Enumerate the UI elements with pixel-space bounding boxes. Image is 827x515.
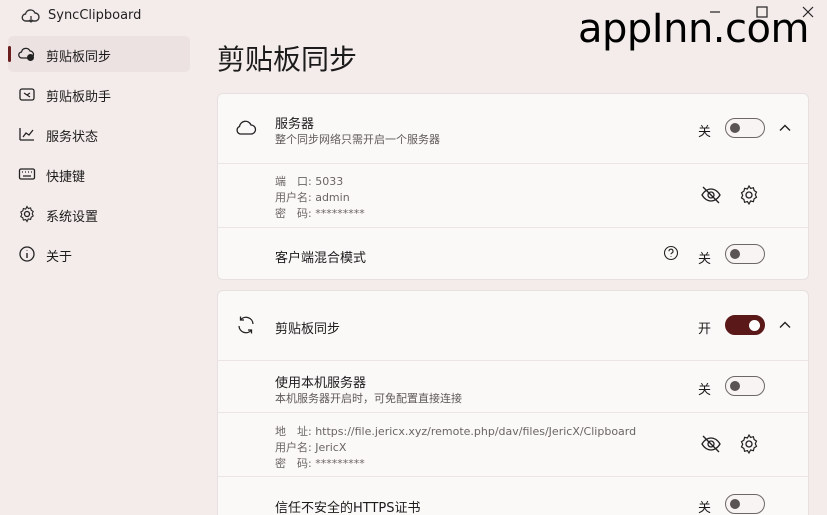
https-row[interactable]: 信任不安全的HTTPS证书 关: [218, 476, 808, 515]
sidebar-item-about[interactable]: 关于: [8, 236, 190, 272]
server-card: 服务器 整个同步网络只需开启一个服务器 关 端 口: 5033 用户名: adm…: [217, 93, 809, 280]
gear-icon[interactable]: [738, 433, 760, 455]
gear-icon[interactable]: [738, 184, 760, 206]
eye-off-icon[interactable]: [700, 433, 722, 455]
sidebar-item-hotkeys[interactable]: 快捷键: [8, 156, 190, 192]
server-toggle[interactable]: [725, 118, 765, 138]
sync-header-row[interactable]: 剪贴板同步 开: [218, 291, 808, 360]
server-port: 端 口: 5033: [275, 175, 344, 188]
mixed-mode-title: 客户端混合模式: [275, 251, 367, 266]
title-bar: SyncClipboard appInn.com: [0, 0, 827, 52]
mixed-mode-state-label: 关: [698, 252, 712, 267]
server-user: 用户名: admin: [275, 191, 350, 204]
cloud-icon: [236, 120, 257, 135]
clipboard-assistant-icon: [19, 88, 35, 101]
app-title: SyncClipboard: [48, 8, 142, 23]
local-server-subtitle: 本机服务器开启时，可免配置直接连接: [275, 392, 462, 405]
sidebar-item-label: 剪贴板助手: [46, 90, 112, 105]
watermark-logo: appInn.com: [578, 6, 809, 52]
sidebar-item-label: 系统设置: [46, 210, 99, 225]
cloud-sync-icon: [18, 47, 35, 61]
active-indicator: [8, 46, 11, 62]
local-server-row[interactable]: 使用本机服务器 本机服务器开启时，可免配置直接连接 关: [218, 360, 808, 412]
server-header-row[interactable]: 服务器 整个同步网络只需开启一个服务器 关: [218, 94, 808, 163]
server-subtitle: 整个同步网络只需开启一个服务器: [275, 133, 440, 146]
chart-icon: [19, 128, 34, 141]
mixed-mode-row[interactable]: 客户端混合模式 关: [218, 227, 808, 279]
local-server-title: 使用本机服务器: [275, 376, 367, 391]
sync-state-label: 开: [698, 322, 712, 337]
https-state-label: 关: [698, 501, 712, 515]
sync-icon: [238, 316, 254, 334]
sidebar-item-system-settings[interactable]: 系统设置: [8, 196, 190, 232]
sync-toggle[interactable]: [725, 315, 765, 335]
server-state-label: 关: [698, 125, 712, 140]
keyboard-icon: [18, 168, 36, 180]
gear-icon: [20, 205, 34, 223]
info-icon: [19, 246, 35, 262]
mixed-mode-toggle[interactable]: [725, 244, 765, 264]
sync-info-row: 地 址: https://file.jericx.xyz/remote.php/…: [218, 412, 808, 476]
chevron-up-icon[interactable]: [777, 120, 793, 136]
https-toggle[interactable]: [725, 494, 765, 514]
sidebar-item-clipboard-sync[interactable]: 剪贴板同步: [8, 36, 190, 72]
https-title: 信任不安全的HTTPS证书: [275, 501, 421, 515]
sidebar-item-label: 服务状态: [46, 130, 99, 145]
sync-user: 用户名: JericX: [275, 441, 347, 454]
sidebar-item-label: 快捷键: [46, 170, 86, 185]
local-server-toggle[interactable]: [725, 376, 765, 396]
sync-card: 剪贴板同步 开 使用本机服务器 本机服务器开启时，可免配置直接连接 关 地 址:…: [217, 290, 809, 515]
sync-password: 密 码: *********: [275, 457, 365, 470]
sync-address: 地 址: https://file.jericx.xyz/remote.php/…: [275, 425, 637, 438]
sidebar-item-service-status[interactable]: 服务状态: [8, 116, 190, 152]
local-server-state-label: 关: [698, 383, 712, 398]
server-password: 密 码: *********: [275, 207, 365, 220]
chevron-up-icon[interactable]: [777, 317, 793, 333]
help-icon[interactable]: [663, 245, 679, 261]
server-title: 服务器: [275, 117, 315, 132]
sidebar-item-label: 剪贴板同步: [46, 50, 112, 65]
sidebar-item-clipboard-assistant[interactable]: 剪贴板助手: [8, 76, 190, 112]
eye-off-icon[interactable]: [700, 184, 722, 206]
app-logo-icon: [21, 9, 40, 23]
sync-title: 剪贴板同步: [275, 322, 341, 337]
server-info-row: 端 口: 5033 用户名: admin 密 码: *********: [218, 163, 808, 227]
sidebar-item-label: 关于: [46, 250, 73, 265]
page-title: 剪贴板同步: [217, 43, 358, 76]
